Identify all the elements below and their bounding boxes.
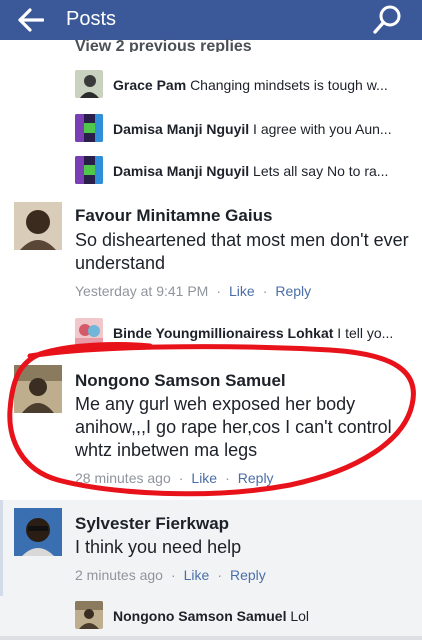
top-app-bar: Posts bbox=[0, 0, 422, 40]
reply-author[interactable]: Binde Youngmillionairess Lohkat bbox=[113, 325, 333, 341]
comment-meta: Yesterday at 9:41 PM · Like · Reply bbox=[75, 283, 312, 299]
search-icon[interactable] bbox=[372, 4, 404, 34]
avatar bbox=[75, 70, 103, 98]
page-title: Posts bbox=[66, 8, 117, 30]
comment-text: I think you need help bbox=[75, 537, 242, 557]
reply-text: Lol bbox=[290, 608, 310, 624]
reply-author[interactable]: Nongono Samson Samuel bbox=[113, 608, 286, 624]
like-button[interactable]: Like bbox=[184, 567, 210, 583]
comment-timestamp: Yesterday at 9:41 PM bbox=[75, 283, 209, 299]
avatar bbox=[75, 156, 103, 184]
back-arrow-icon[interactable] bbox=[18, 8, 44, 32]
comment-text: So disheartened that most men don't ever… bbox=[75, 230, 409, 273]
comment-text: Me any gurl weh exposed her body anihow,… bbox=[75, 394, 392, 460]
comment-meta: 28 minutes ago · Like · Reply bbox=[75, 470, 274, 486]
reply-button[interactable]: Reply bbox=[238, 470, 274, 486]
reply-text: I agree with you Aun... bbox=[253, 121, 392, 137]
avatar bbox=[75, 114, 103, 142]
like-button[interactable]: Like bbox=[229, 283, 255, 299]
comment-meta: 2 minutes ago · Like · Reply bbox=[75, 567, 266, 583]
reply-item[interactable]: Damisa Manji Nguyil Lets all say No to r… bbox=[75, 156, 422, 186]
avatar[interactable] bbox=[14, 508, 62, 556]
avatar[interactable] bbox=[14, 202, 62, 250]
reply-item[interactable]: Damisa Manji Nguyil I agree with you Aun… bbox=[75, 114, 422, 144]
reply-item[interactable]: Nongono Samson Samuel Lol bbox=[75, 601, 422, 631]
reply-text: Lets all say No to ra... bbox=[253, 163, 389, 179]
comment-timestamp: 28 minutes ago bbox=[75, 470, 171, 486]
avatar[interactable] bbox=[14, 365, 62, 413]
reply-text: Changing mindsets is tough w... bbox=[190, 77, 388, 93]
reply-author[interactable]: Damisa Manji Nguyil bbox=[113, 163, 249, 179]
view-previous-replies-link[interactable]: View 2 previous replies bbox=[75, 38, 252, 52]
reply-button[interactable]: Reply bbox=[230, 567, 266, 583]
avatar bbox=[75, 601, 103, 629]
comment-author[interactable]: Sylvester Fierkwap bbox=[75, 513, 229, 535]
comment-author[interactable]: Nongono Samson Samuel bbox=[75, 370, 286, 392]
thread-indicator-bar bbox=[0, 500, 3, 596]
reply-button[interactable]: Reply bbox=[275, 283, 311, 299]
comment-timestamp: 2 minutes ago bbox=[75, 567, 163, 583]
reply-item[interactable]: Grace Pam Changing mindsets is tough w..… bbox=[75, 70, 422, 100]
divider bbox=[0, 636, 422, 640]
comment-author[interactable]: Favour Minitamne Gaius bbox=[75, 205, 272, 227]
reply-text: I tell yo... bbox=[337, 325, 394, 341]
reply-author[interactable]: Damisa Manji Nguyil bbox=[113, 121, 249, 137]
reply-author[interactable]: Grace Pam bbox=[113, 77, 186, 93]
avatar bbox=[75, 318, 103, 346]
like-button[interactable]: Like bbox=[191, 470, 217, 486]
reply-item[interactable]: Binde Youngmillionairess Lohkat I tell y… bbox=[75, 318, 422, 348]
